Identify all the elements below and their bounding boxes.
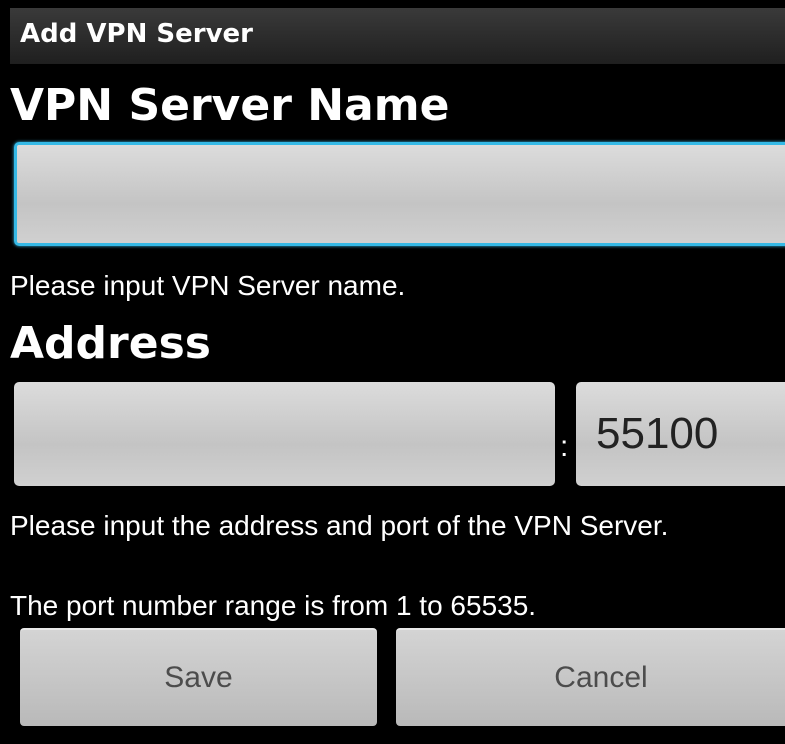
address-port-separator: :: [560, 430, 569, 463]
address-input[interactable]: [14, 382, 555, 486]
address-hint: Please input the address and port of the…: [10, 510, 669, 541]
address-label: Address: [10, 318, 211, 369]
save-button-label: Save: [164, 661, 233, 694]
server-name-label: VPN Server Name: [10, 80, 450, 131]
dialog-title-bar: Add VPN Server: [10, 8, 785, 64]
server-name-hint: Please input VPN Server name.: [10, 270, 406, 301]
port-range-hint: The port number range is from 1 to 65535…: [10, 590, 537, 621]
dialog-title: Add VPN Server: [20, 19, 253, 49]
server-name-input[interactable]: [14, 142, 785, 246]
save-button[interactable]: Save: [20, 628, 377, 726]
cancel-button[interactable]: Cancel: [396, 628, 785, 726]
add-vpn-server-screen: Add VPN Server VPN Server Name Please in…: [0, 0, 785, 744]
cancel-button-label: Cancel: [554, 661, 648, 694]
port-input[interactable]: [576, 382, 785, 486]
